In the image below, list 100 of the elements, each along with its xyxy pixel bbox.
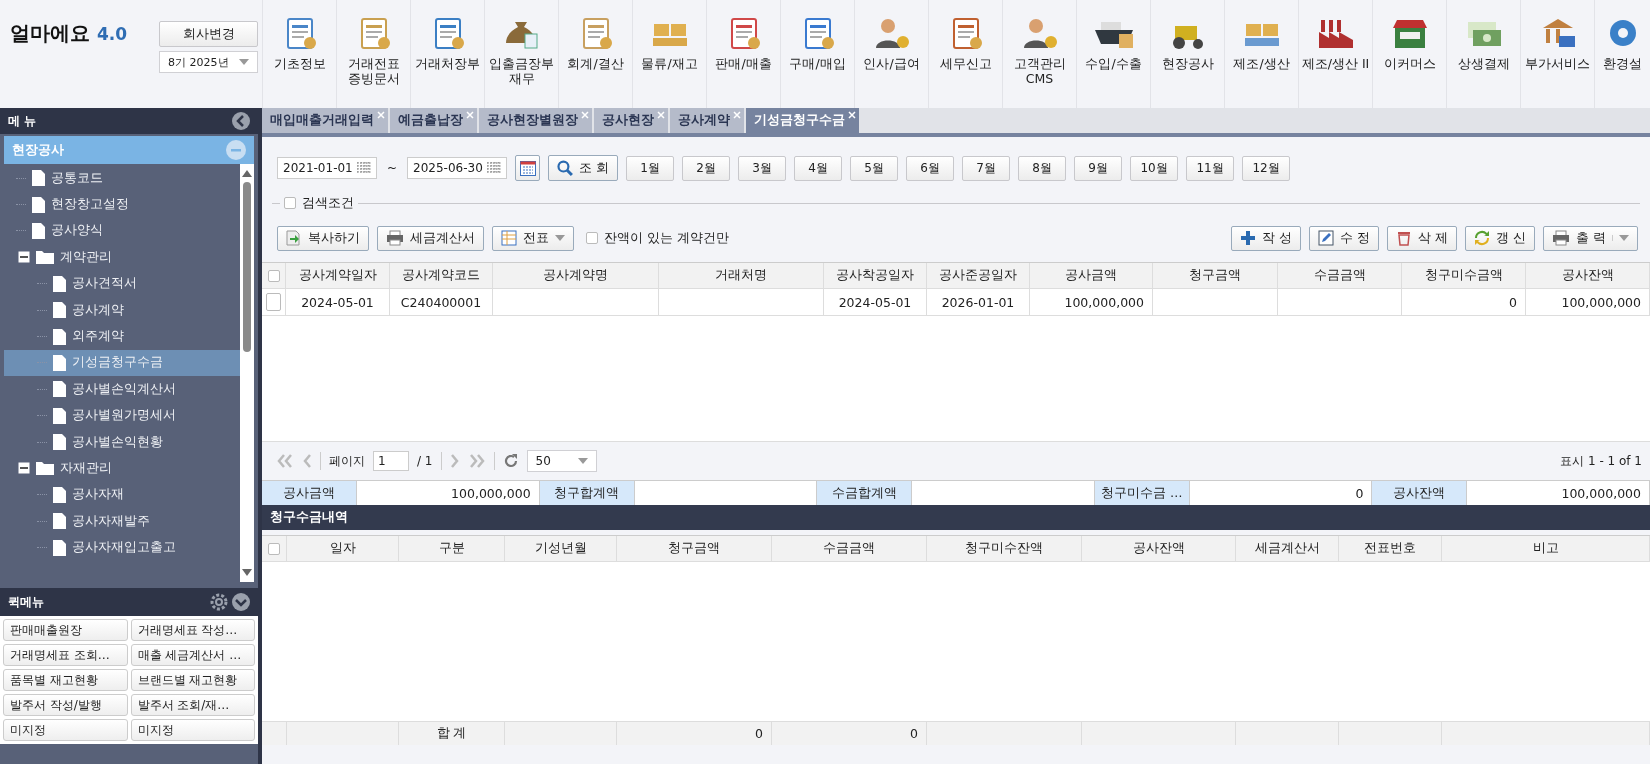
action-button[interactable]: 갱 신 xyxy=(1465,225,1535,251)
quick-menu-button[interactable]: 매출 세금계산서 … xyxy=(130,644,255,666)
month-button[interactable]: 11월 xyxy=(1186,155,1235,181)
module-button[interactable]: 이커머스 xyxy=(1372,0,1446,108)
module-button[interactable]: 환경설 xyxy=(1594,0,1650,108)
page-size-select[interactable]: 50 xyxy=(526,450,597,472)
tab[interactable]: 공사현장별원장 xyxy=(479,108,592,133)
scrollbar-thumb[interactable] xyxy=(243,182,251,352)
column-header[interactable]: 공사계약코드 xyxy=(390,263,493,288)
tab[interactable]: 예금출납장 xyxy=(390,108,477,133)
column-header[interactable]: 수금금액 xyxy=(1278,263,1402,288)
last-page-icon[interactable] xyxy=(467,454,486,468)
close-icon[interactable] xyxy=(848,111,856,119)
column-header[interactable]: 세금계산서 xyxy=(1236,536,1339,561)
column-header[interactable]: 구분 xyxy=(399,536,505,561)
month-button[interactable]: 6월 xyxy=(906,155,955,181)
module-button[interactable]: 거래처장부 xyxy=(410,0,484,108)
page-field[interactable]: 1 xyxy=(373,451,409,471)
month-button[interactable]: 5월 xyxy=(850,155,899,181)
module-button[interactable]: 제조/생산 II xyxy=(1298,0,1372,108)
period-select[interactable]: 8기 2025년 xyxy=(159,51,259,73)
tab[interactable]: 매입매출거래입력 xyxy=(262,108,388,133)
module-button[interactable]: 물류/재고 xyxy=(632,0,706,108)
toolbar-button[interactable]: 세금계산서 xyxy=(377,225,484,251)
column-header[interactable]: 청구금액 xyxy=(1153,263,1278,288)
month-button[interactable]: 8월 xyxy=(1018,155,1067,181)
month-button[interactable]: 10월 xyxy=(1130,155,1179,181)
column-header[interactable]: 공사계약일자 xyxy=(286,263,390,288)
previous-page-icon[interactable] xyxy=(302,454,312,468)
quick-menu-button[interactable]: 발주서 조회/재… xyxy=(130,694,255,716)
tree-item[interactable]: 공사자재입고출고 xyxy=(4,534,240,561)
scroll-down-icon[interactable] xyxy=(240,568,254,578)
month-button[interactable]: 12월 xyxy=(1242,155,1291,181)
row-checkbox[interactable] xyxy=(266,293,281,311)
quick-menu-button[interactable]: 발주서 작성/발행 xyxy=(3,694,128,716)
module-button[interactable]: 기초정보 xyxy=(262,0,336,108)
column-header[interactable]: 공사착공일자 xyxy=(824,263,927,288)
quick-menu-button[interactable]: 품목별 재고현황 xyxy=(3,669,128,691)
module-button[interactable]: 거래전표 증빙문서 xyxy=(336,0,410,108)
toolbar-button[interactable]: 복사하기 xyxy=(277,225,369,251)
month-button[interactable]: 9월 xyxy=(1074,155,1123,181)
month-button[interactable]: 4월 xyxy=(794,155,843,181)
quick-menu-button[interactable]: 미지정 xyxy=(130,719,255,741)
module-button[interactable]: 회계/결산 xyxy=(558,0,632,108)
action-button[interactable]: 작 성 xyxy=(1231,225,1302,251)
tree-item[interactable]: 공사별손익현황 xyxy=(4,428,240,456)
tab[interactable]: 공사계약 xyxy=(670,108,744,133)
select-all-checkbox[interactable] xyxy=(268,542,280,555)
tree-item[interactable]: 공사양식 xyxy=(4,217,240,245)
column-header[interactable]: 공사금액 xyxy=(1030,263,1153,288)
close-icon[interactable] xyxy=(466,111,474,119)
tree-item[interactable]: 현장창고설정 xyxy=(4,191,240,218)
collapse-toggle-icon[interactable] xyxy=(18,251,30,264)
change-company-button[interactable]: 회사변경 xyxy=(159,21,259,47)
action-button[interactable]: 삭 제 xyxy=(1387,225,1458,251)
select-all-checkbox[interactable] xyxy=(267,269,280,282)
tab[interactable]: 기성금청구수금 xyxy=(746,108,859,133)
next-page-icon[interactable] xyxy=(449,454,460,468)
date-field[interactable]: 2021-01-01 xyxy=(277,157,377,179)
month-button[interactable]: 3월 xyxy=(738,155,787,181)
quick-menu-button[interactable]: 판매매출원장 xyxy=(3,619,128,641)
tree-item[interactable]: 공사별원가명세서 xyxy=(4,402,240,429)
action-button[interactable]: 수 정 xyxy=(1309,225,1380,251)
module-button[interactable]: 세무신고 xyxy=(928,0,1002,108)
month-button[interactable]: 2월 xyxy=(682,155,731,181)
column-header[interactable]: 비고 xyxy=(1442,536,1650,561)
tree-item[interactable]: 공사자재 xyxy=(4,481,240,509)
month-button[interactable]: 1월 xyxy=(626,155,675,181)
column-header[interactable]: 공사준공일자 xyxy=(927,263,1030,288)
column-header[interactable]: 일자 xyxy=(287,536,399,561)
column-header[interactable]: 기성년월 xyxy=(505,536,617,561)
close-icon[interactable] xyxy=(657,111,665,119)
module-button[interactable]: 제조/생산 xyxy=(1224,0,1298,108)
column-header[interactable]: 공사잔액 xyxy=(1526,263,1650,288)
module-button[interactable]: 상생결제 xyxy=(1446,0,1520,108)
toolbar-button[interactable]: 전표 xyxy=(492,225,574,251)
column-header[interactable]: 전표번호 xyxy=(1339,536,1442,561)
month-button[interactable]: 7월 xyxy=(962,155,1011,181)
collapse-toggle-icon[interactable] xyxy=(18,462,30,475)
tree-item[interactable]: 계약관리 xyxy=(4,244,240,271)
close-icon[interactable] xyxy=(377,111,385,119)
column-header[interactable]: 공사계약명 xyxy=(493,263,659,288)
column-header[interactable]: 청구금액 xyxy=(617,536,772,561)
tree-item[interactable]: 외주계약 xyxy=(4,323,240,350)
collapse-icon[interactable] xyxy=(232,112,250,130)
scrollbar[interactable] xyxy=(240,164,254,582)
tab[interactable]: 공사현장 xyxy=(594,108,668,133)
quick-menu-button[interactable]: 브랜드별 재고현황 xyxy=(130,669,255,691)
tree-item[interactable]: 공사견적서 xyxy=(4,270,240,297)
module-button[interactable]: 구매/매입 xyxy=(780,0,854,108)
expand-icon[interactable] xyxy=(232,593,250,611)
date-field[interactable]: 2025-06-30 xyxy=(407,157,508,179)
module-button[interactable]: 수입/수출 xyxy=(1076,0,1150,108)
search-conditions-checkbox[interactable]: 검색조건 xyxy=(280,194,358,212)
column-header[interactable]: 청구미수금액 xyxy=(1402,263,1526,288)
tree-item[interactable]: 공사별손익계산서 xyxy=(4,376,240,403)
quick-menu-button[interactable]: 미지정 xyxy=(3,719,128,741)
module-button[interactable]: 판매/매출 xyxy=(706,0,780,108)
first-page-icon[interactable] xyxy=(276,454,294,468)
settings-icon[interactable] xyxy=(210,593,228,611)
